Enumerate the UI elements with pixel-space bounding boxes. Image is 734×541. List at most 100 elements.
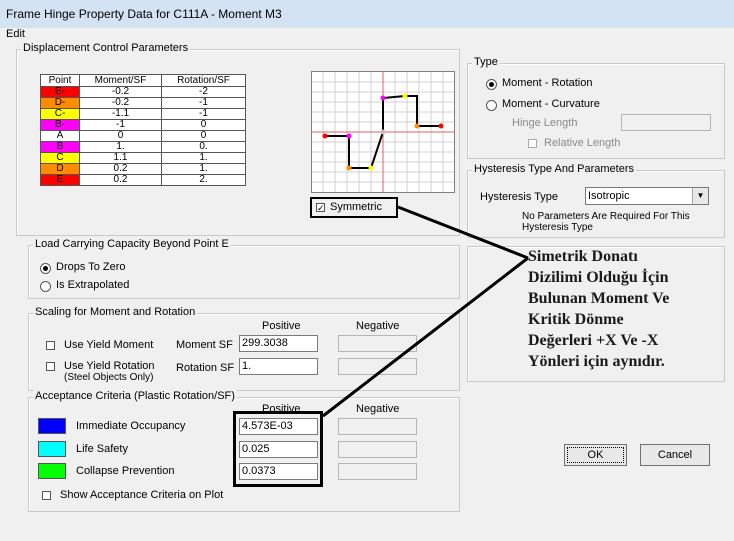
cancel-button[interactable]: Cancel <box>640 444 710 466</box>
use-yield-rotation-checkbox[interactable] <box>46 362 55 371</box>
scaling-positive-header: Positive <box>262 320 301 332</box>
scaling-negative-header: Negative <box>356 320 400 332</box>
point-cell: C <box>40 152 80 164</box>
table-row[interactable]: D 0.2 1. <box>40 163 246 175</box>
rotation-cell[interactable]: 0. <box>161 141 246 153</box>
relative-length-label: Relative Length <box>544 137 621 149</box>
annotation-line: Dizilimi Olduğu İçin <box>528 269 669 286</box>
steel-only-label: (Steel Objects Only) <box>64 372 154 383</box>
is-extrapolated-label: Is Extrapolated <box>56 279 130 291</box>
point-marker <box>368 165 374 171</box>
rotation-sf-input[interactable]: 1. <box>239 358 318 375</box>
rotation-cell[interactable]: -1 <box>161 97 246 109</box>
moment-curvature-radio[interactable] <box>486 100 497 111</box>
life-safety-swatch[interactable] <box>38 441 66 457</box>
moment-cell[interactable]: -0.2 <box>79 97 162 109</box>
moment-sf-label: Moment SF <box>176 339 233 351</box>
moment-cell[interactable]: -1.1 <box>79 108 162 120</box>
point-marker <box>380 129 386 135</box>
rotation-cell[interactable]: 0 <box>161 119 246 131</box>
table-row[interactable]: B 1. 0. <box>40 141 246 153</box>
col-header-rotation: Rotation/SF <box>161 74 246 87</box>
hinge-length-input[interactable] <box>621 114 711 131</box>
drops-to-zero-label: Drops To Zero <box>56 261 126 273</box>
table-row[interactable]: C- -1.1 -1 <box>40 108 246 120</box>
moment-cell[interactable]: -0.2 <box>79 86 162 98</box>
moment-sf-negative-input[interactable] <box>338 335 417 352</box>
scaling-group-label: Scaling for Moment and Rotation <box>33 306 198 318</box>
table-row[interactable]: E- -0.2 -2 <box>40 86 246 98</box>
hinge-curve-plot <box>311 71 455 193</box>
collapse-prevention-negative-input[interactable] <box>338 463 417 480</box>
table-row[interactable]: D- -0.2 -1 <box>40 97 246 109</box>
rotation-cell[interactable]: 1. <box>161 152 246 164</box>
table-header-row: Point Moment/SF Rotation/SF <box>40 74 246 87</box>
immediate-occupancy-input[interactable]: 4.573E-03 <box>239 418 318 435</box>
window-title: Frame Hinge Property Data for C111A - Mo… <box>6 7 282 21</box>
acceptance-group-label: Acceptance Criteria (Plastic Rotation/SF… <box>33 390 237 402</box>
rotation-cell[interactable]: -1 <box>161 108 246 120</box>
menu-bar: Edit <box>0 28 734 42</box>
hysteresis-type-label: Hysteresis Type <box>480 191 559 203</box>
life-safety-negative-input[interactable] <box>338 441 417 458</box>
is-extrapolated-radio[interactable] <box>40 281 51 292</box>
table-row[interactable]: C 1.1 1. <box>40 152 246 164</box>
point-cell: A <box>40 130 80 142</box>
menu-edit[interactable]: Edit <box>6 28 25 40</box>
life-safety-label: Life Safety <box>76 443 128 455</box>
point-marker <box>322 133 328 139</box>
rotation-sf-negative-input[interactable] <box>338 358 417 375</box>
moment-curvature-label: Moment - Curvature <box>502 98 600 110</box>
point-marker <box>346 165 352 171</box>
moment-cell[interactable]: 0.2 <box>79 174 162 186</box>
col-header-moment: Moment/SF <box>79 74 162 87</box>
rotation-cell[interactable]: 2. <box>161 174 246 186</box>
moment-rotation-radio[interactable] <box>486 79 497 90</box>
annotation-line: Bulunan Moment Ve <box>528 290 670 307</box>
rotation-sf-label: Rotation SF <box>176 362 235 374</box>
hysteresis-type-select[interactable]: Isotropic ▼ <box>585 187 709 205</box>
symmetric-checkbox[interactable]: ✓ <box>316 203 325 213</box>
table-row[interactable]: E 0.2 2. <box>40 174 246 186</box>
collapse-prevention-swatch[interactable] <box>38 463 66 479</box>
point-cell: E- <box>40 86 80 98</box>
table-row[interactable]: A00 <box>40 130 246 142</box>
chevron-down-icon[interactable]: ▼ <box>692 188 708 204</box>
annotation-line: Kritik Dönme <box>528 311 624 328</box>
table-row[interactable]: B- -1 0 <box>40 119 246 131</box>
relative-length-checkbox[interactable] <box>528 139 537 148</box>
use-yield-moment-checkbox[interactable] <box>46 341 55 350</box>
ok-button[interactable]: OK <box>564 444 627 466</box>
point-marker <box>438 123 444 129</box>
hysteresis-type-value: Isotropic <box>588 190 630 202</box>
show-acceptance-checkbox[interactable] <box>42 491 51 500</box>
hysteresis-note-line1: No Parameters Are Required For This <box>522 211 690 222</box>
show-acceptance-label: Show Acceptance Criteria on Plot <box>60 489 224 501</box>
collapse-prevention-input[interactable]: 0.0373 <box>239 463 318 480</box>
moment-cell[interactable]: 1. <box>79 141 162 153</box>
title-bar: Frame Hinge Property Data for C111A - Mo… <box>0 0 734 29</box>
point-cell: D <box>40 163 80 175</box>
annotation-line: Yönleri için aynıdır. <box>528 353 665 370</box>
moment-cell[interactable]: -1 <box>79 119 162 131</box>
moment-sf-input[interactable]: 299.3038 <box>239 335 318 352</box>
drops-to-zero-radio[interactable] <box>40 263 51 274</box>
point-marker <box>380 95 386 101</box>
immediate-occupancy-negative-input[interactable] <box>338 418 417 435</box>
rotation-cell[interactable]: 0 <box>161 130 246 142</box>
rotation-cell[interactable]: -2 <box>161 86 246 98</box>
point-marker <box>402 93 408 99</box>
life-safety-input[interactable]: 0.025 <box>239 441 318 458</box>
moment-rotation-label: Moment - Rotation <box>502 77 593 89</box>
load-capacity-label: Load Carrying Capacity Beyond Point E <box>33 238 231 250</box>
immediate-occupancy-swatch[interactable] <box>38 418 66 434</box>
moment-cell[interactable]: 0 <box>79 130 162 142</box>
moment-cell[interactable]: 1.1 <box>79 152 162 164</box>
moment-cell[interactable]: 0.2 <box>79 163 162 175</box>
points-table[interactable]: Point Moment/SF Rotation/SF E- -0.2 -2 D- -… <box>40 74 246 186</box>
hysteresis-group-label: Hysteresis Type And Parameters <box>472 163 636 175</box>
point-cell: B <box>40 141 80 153</box>
rotation-cell[interactable]: 1. <box>161 163 246 175</box>
collapse-prevention-label: Collapse Prevention <box>76 465 175 477</box>
point-cell: B- <box>40 119 80 131</box>
